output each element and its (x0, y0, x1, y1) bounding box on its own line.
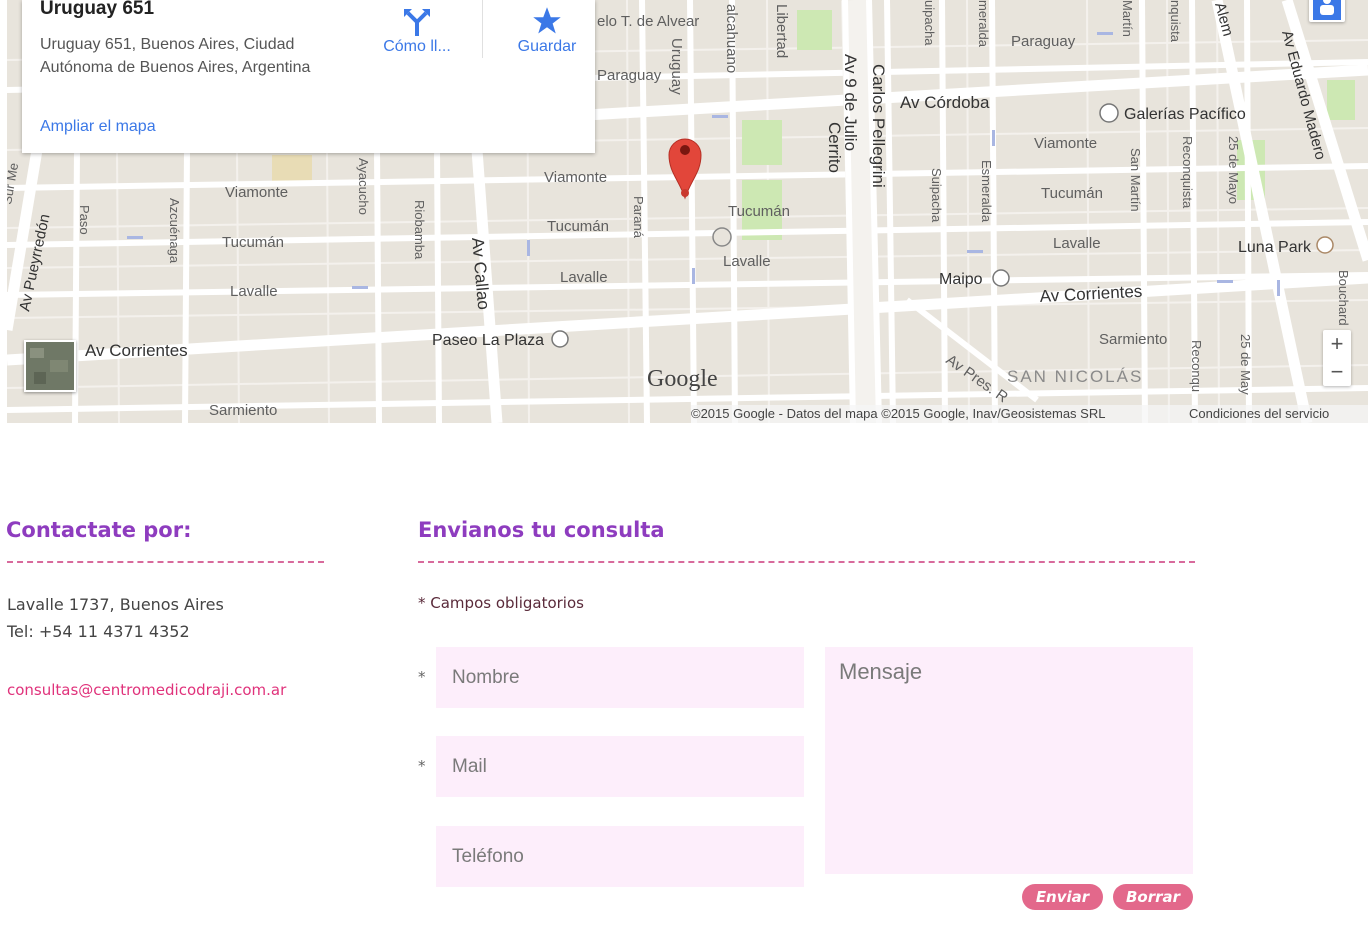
mail-input[interactable] (436, 736, 804, 797)
street-label-tucuman-center2: Tucumán (728, 203, 790, 220)
museum-icon (712, 227, 732, 247)
street-label-libertad: Libertad (773, 4, 790, 58)
street-label-san-martin: San Martín (1128, 148, 1143, 212)
street-label-25-mayo: 25 de Mayo (1226, 136, 1241, 204)
street-label-reconqu-bottom: Reconqu (1189, 340, 1204, 392)
street-label-reconquista-top: nquista (1168, 0, 1183, 43)
contact-phone: Tel: +54 11 4371 4352 (7, 622, 190, 641)
street-label-martin-top: Martín (1120, 0, 1135, 37)
place-label-maipo: Maipo (939, 271, 983, 288)
street-label-uruguay: Uruguay (668, 38, 685, 95)
street-label-parana: Paraná (631, 196, 646, 239)
contact-divider (7, 561, 324, 563)
submit-button[interactable]: Enviar (1022, 884, 1103, 910)
venue-icon (1316, 236, 1334, 254)
place-info-card: Uruguay 651 Uruguay 651, Buenos Aires, C… (22, 0, 595, 153)
form-heading: Envianos tu consulta (418, 518, 665, 542)
required-mark-name: * (418, 668, 426, 686)
message-textarea[interactable] (825, 647, 1193, 874)
google-map[interactable]: elo T. de Alvear alcahuano Libertad Av 9… (7, 0, 1368, 423)
street-label-tucuman-right: Tucumán (1041, 185, 1103, 202)
street-label-ayacucho: Ayacucho (356, 158, 371, 215)
directions-button[interactable]: Cómo ll... (367, 0, 467, 56)
street-label-viamonte-right: Viamonte (1034, 135, 1097, 152)
satellite-toggle[interactable] (24, 340, 76, 392)
zoom-in-button[interactable]: + (1323, 330, 1351, 358)
street-label-riobamba: Riobamba (412, 200, 427, 260)
district-label-san-nicolas: SAN NICOLÁS (1007, 367, 1143, 386)
zoom-out-button[interactable]: − (1323, 358, 1351, 386)
street-label-lavalle-center2: Lavalle (723, 253, 771, 270)
street-label-esmeralda-top: meralda (976, 0, 991, 48)
street-view-pegman[interactable] (1309, 0, 1345, 22)
pegman-icon (1313, 0, 1341, 20)
street-label-sarmiento-right: Sarmiento (1099, 331, 1167, 348)
action-divider (482, 0, 483, 58)
phone-input[interactable] (436, 826, 804, 887)
street-label-paso: Paso (77, 205, 92, 235)
street-label-lavalle-left: Lavalle (230, 283, 278, 300)
contact-email-link[interactable]: consultas@centromedicodraji.com.ar (7, 681, 286, 699)
directions-label: Cómo ll... (383, 38, 451, 55)
street-label-carlos-pellegrini: Carlos Pellegrini (869, 64, 888, 188)
place-label-luna-park: Luna Park (1238, 239, 1312, 256)
street-label-tucuman-left: Tucumán (222, 234, 284, 251)
zoom-control: + − (1323, 330, 1351, 386)
terms-of-service-link[interactable]: Condiciones del servicio (1189, 405, 1329, 423)
required-fields-note: * Campos obligatorios (418, 594, 584, 612)
street-label-paraguay-right: Paraguay (1011, 33, 1076, 50)
map-attribution: ©2015 Google - Datos del mapa ©2015 Goog… (691, 405, 1368, 423)
shopping-icon (1099, 103, 1119, 123)
street-label-lavalle-right: Lavalle (1053, 235, 1101, 252)
map-copyright: ©2015 Google - Datos del mapa ©2015 Goog… (691, 406, 1106, 421)
satellite-thumbnail-icon (26, 342, 74, 390)
street-label-talcahuano: alcahuano (723, 4, 740, 73)
theater-icon (551, 330, 569, 348)
contact-address: Lavalle 1737, Buenos Aires (7, 595, 224, 614)
directions-icon (367, 0, 467, 36)
street-label-cerrito: Cerrito (825, 122, 844, 173)
place-title: Uruguay 651 (40, 0, 155, 19)
place-address: Uruguay 651, Buenos Aires, Ciudad Autóno… (40, 36, 311, 76)
street-label-25-mayo-bottom: 25 de May (1238, 334, 1253, 395)
street-label-alvear: elo T. de Alvear (597, 13, 699, 30)
street-label-reconquista: Reconquista (1180, 136, 1195, 209)
street-label-tucuman-center: Tucumán (547, 218, 609, 235)
street-label-viamonte-left: Viamonte (225, 184, 288, 201)
place-label-paseo-plaza: Paseo La Plaza (432, 332, 544, 349)
star-icon (497, 0, 597, 36)
street-label-esmeralda: Esmeralda (979, 160, 994, 223)
street-label-av-corrientes-left: Av Corrientes (85, 341, 188, 360)
street-label-suipacha-top: uipacha (922, 0, 937, 46)
street-label-lavalle-center: Lavalle (560, 269, 608, 286)
save-button[interactable]: Guardar (497, 0, 597, 56)
street-label-viamonte-center: Viamonte (544, 169, 607, 186)
street-label-bouchard: Bouchard (1336, 270, 1351, 326)
name-input[interactable] (436, 647, 804, 708)
street-label-av-cordoba: Av Córdoba (900, 93, 990, 112)
street-label-paraguay-left: Paraguay (597, 67, 662, 84)
theater-icon (992, 269, 1010, 287)
save-label: Guardar (517, 38, 577, 55)
place-label-galerias: Galerías Pacífico (1124, 106, 1246, 123)
street-label-sarmiento-left: Sarmiento (209, 402, 277, 419)
required-mark-mail: * (418, 757, 426, 775)
street-label-suipacha: Suipacha (929, 168, 944, 223)
enlarge-map-link[interactable]: Ampliar el mapa (40, 118, 156, 136)
google-logo: Google (647, 366, 718, 392)
contact-heading: Contactate por: (6, 518, 192, 542)
street-label-azcuenaga: Azcuénaga (167, 198, 182, 264)
reset-button[interactable]: Borrar (1113, 884, 1193, 910)
form-divider (418, 561, 1195, 563)
